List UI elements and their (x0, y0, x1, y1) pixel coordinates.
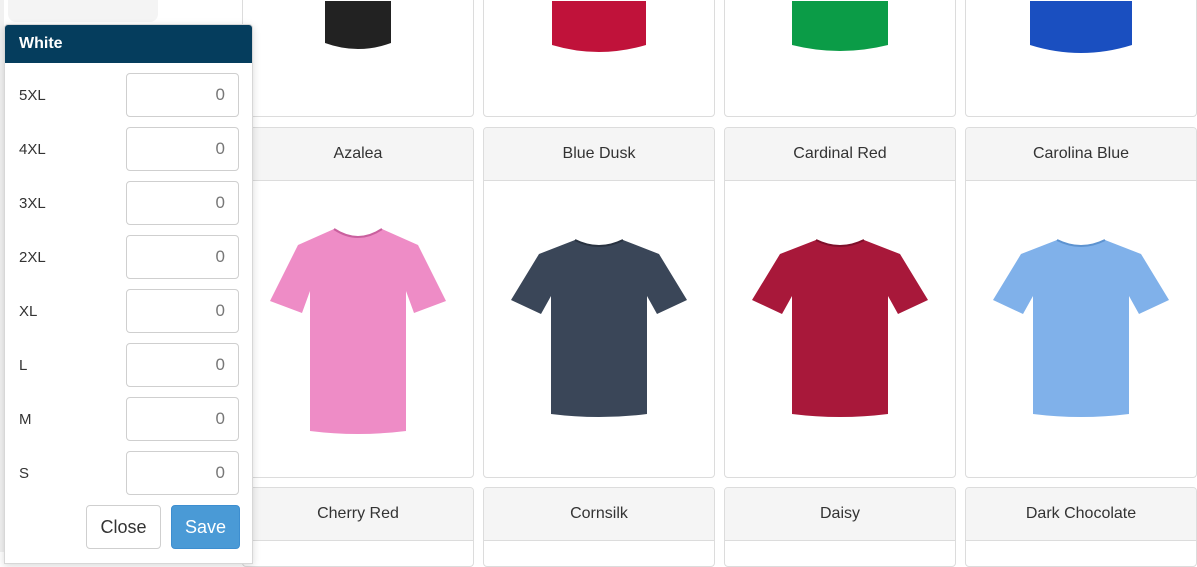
size-label: M (19, 411, 32, 428)
close-button[interactable]: Close (86, 505, 161, 549)
save-button[interactable]: Save (171, 505, 240, 549)
size-quantity-popup: White 5XL 4XL 3XL 2XL XL L M S Close Sav… (4, 24, 253, 564)
quantity-input-3xl[interactable] (126, 181, 239, 225)
color-name: Carolina Blue (966, 128, 1196, 181)
color-card-top-4[interactable] (965, 0, 1197, 117)
color-card-cardinal-red[interactable]: Cardinal Red (724, 127, 956, 478)
size-row-4xl: 4XL (5, 127, 252, 173)
color-name: Dark Chocolate (966, 488, 1196, 541)
tshirt-image (511, 239, 687, 417)
size-row-3xl: 3XL (5, 181, 252, 227)
color-card-blue-dusk[interactable]: Blue Dusk (483, 127, 715, 478)
color-card-azalea[interactable]: Azalea (242, 127, 474, 478)
quantity-input-s[interactable] (126, 451, 239, 495)
quantity-input-4xl[interactable] (126, 127, 239, 171)
tshirt-image (1030, 1, 1132, 53)
size-label: 5XL (19, 87, 46, 104)
size-row-s: S (5, 451, 252, 497)
color-name: Cornsilk (484, 488, 714, 541)
tshirt-image (270, 228, 446, 434)
size-label: S (19, 465, 30, 482)
quantity-input-2xl[interactable] (126, 235, 239, 279)
tshirt-image (552, 1, 646, 52)
quantity-input-xl[interactable] (126, 289, 239, 333)
color-name: Azalea (243, 128, 473, 181)
size-label: XL (19, 303, 38, 320)
size-row-l: L (5, 343, 252, 389)
popup-title: White (5, 25, 252, 63)
color-name: Blue Dusk (484, 128, 714, 181)
size-label: 2XL (19, 249, 46, 266)
size-row-2xl: 2XL (5, 235, 252, 281)
color-card-carolina-blue[interactable]: Carolina Blue (965, 127, 1197, 478)
color-card-daisy[interactable]: Daisy (724, 487, 956, 567)
size-row-m: M (5, 397, 252, 443)
size-row-5xl: 5XL (5, 73, 252, 119)
tshirt-image (792, 1, 888, 51)
size-label: L (19, 357, 28, 374)
size-label: 4XL (19, 141, 46, 158)
color-name: Cardinal Red (725, 128, 955, 181)
size-label: 3XL (19, 195, 46, 212)
partial-white-shirt-thumbnail (8, 0, 158, 22)
tshirt-image (752, 239, 928, 417)
color-card-top-3[interactable] (724, 0, 956, 117)
tshirt-image (325, 1, 391, 49)
size-row-xl: XL (5, 289, 252, 335)
quantity-input-5xl[interactable] (126, 73, 239, 117)
color-card-cherry-red[interactable]: Cherry Red (242, 487, 474, 567)
color-name: Daisy (725, 488, 955, 541)
color-card-dark-chocolate[interactable]: Dark Chocolate (965, 487, 1197, 567)
color-card-top-2[interactable] (483, 0, 715, 117)
tshirt-image (993, 239, 1169, 417)
color-card-cornsilk[interactable]: Cornsilk (483, 487, 715, 567)
color-name: Cherry Red (243, 488, 473, 541)
color-card-top-1[interactable] (242, 0, 474, 117)
quantity-input-l[interactable] (126, 343, 239, 387)
quantity-input-m[interactable] (126, 397, 239, 441)
